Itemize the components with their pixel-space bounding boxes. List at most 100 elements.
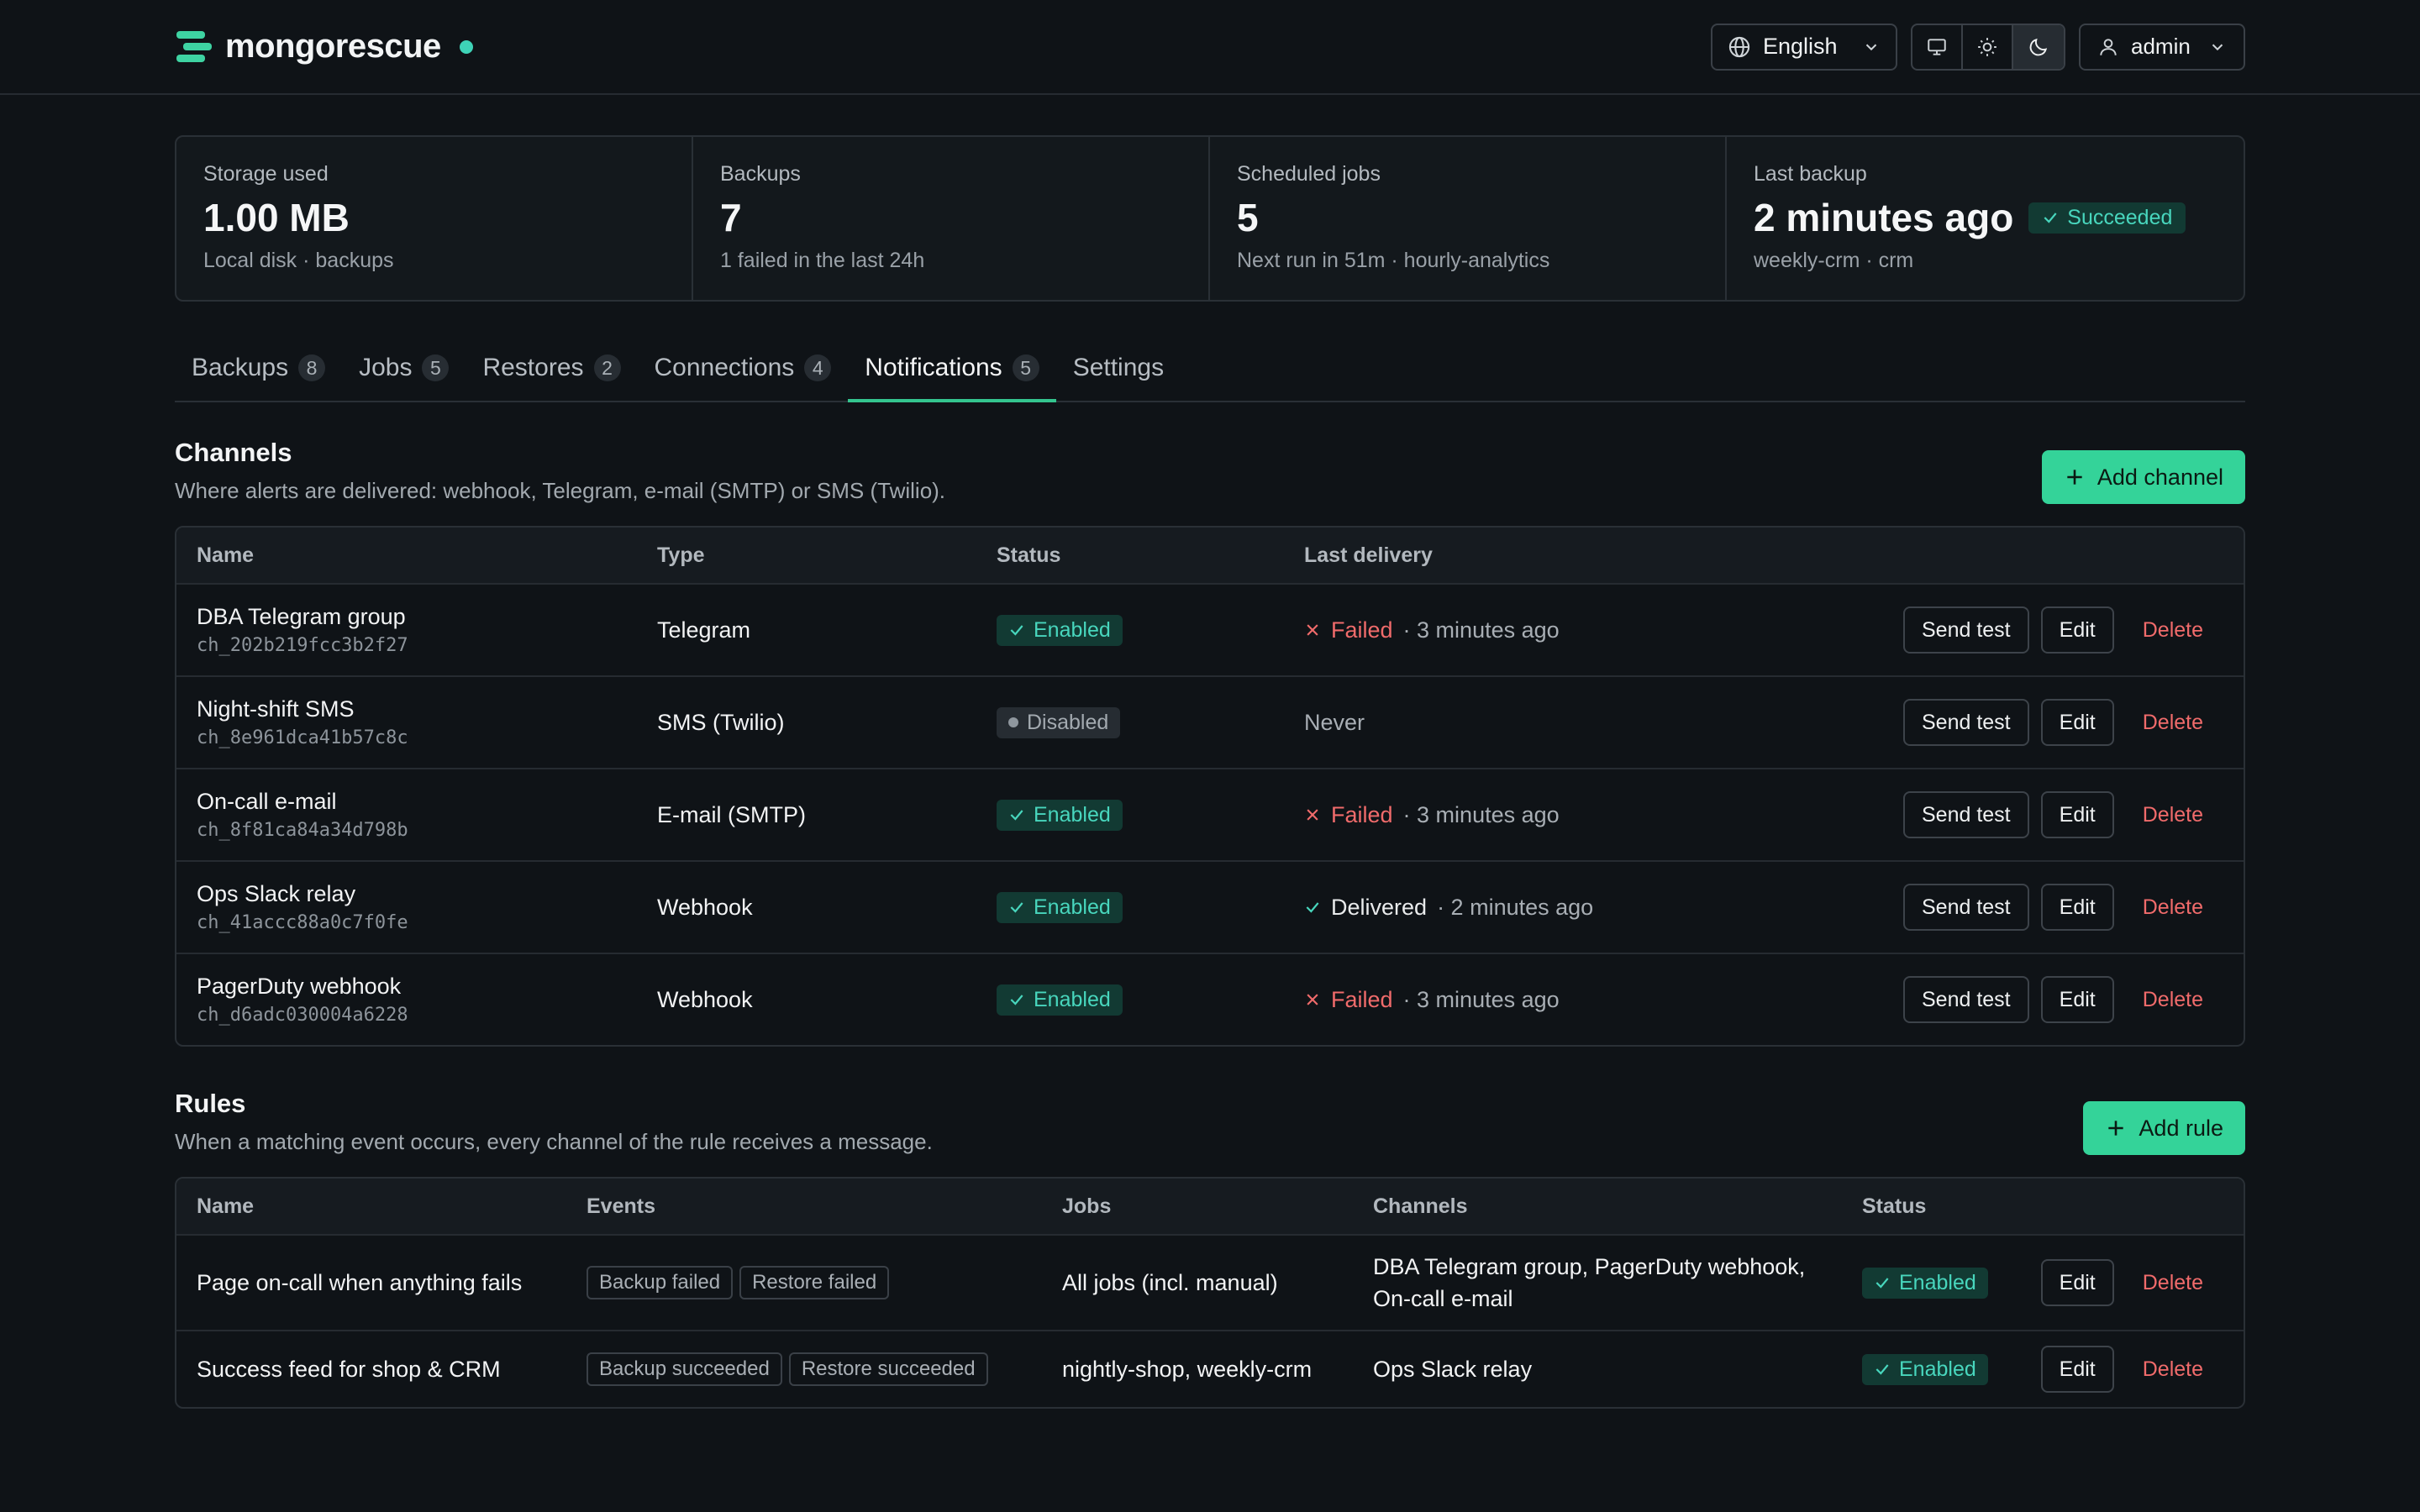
- edit-button[interactable]: Edit: [2040, 1259, 2114, 1306]
- rules-header: Rules When a matching event occurs, ever…: [175, 1089, 2245, 1155]
- theme-light-button[interactable]: [1963, 24, 2013, 69]
- channel-type: Webhook: [657, 895, 997, 921]
- channel-type-text: Webhook: [657, 894, 753, 920]
- send-test-button[interactable]: Send test: [1903, 884, 2029, 931]
- send-test-button[interactable]: Send test: [1903, 976, 2029, 1023]
- rules-section: Rules When a matching event occurs, ever…: [175, 1089, 2245, 1409]
- tab-label: Connections: [654, 354, 795, 381]
- channel-name: PagerDuty webhook: [197, 974, 402, 999]
- channel-type: Telegram: [657, 617, 997, 643]
- event-tag: Backup succeeded: [587, 1352, 782, 1386]
- channel-name: Ops Slack relay: [197, 881, 356, 906]
- send-test-button[interactable]: Send test: [1903, 791, 2029, 838]
- edit-button[interactable]: Edit: [2040, 976, 2114, 1023]
- edit-button[interactable]: Edit: [2040, 699, 2114, 746]
- channels-heading: Channels Where alerts are delivered: web…: [175, 438, 945, 504]
- send-test-button[interactable]: Send test: [1903, 606, 2029, 654]
- status-badge: Enabled: [1862, 1267, 1988, 1299]
- channel-id: ch_202b219fcc3b2f27: [197, 635, 408, 656]
- last-delivery: Delivered · 2 minutes ago: [1304, 895, 1724, 921]
- tab-backups[interactable]: Backups 8: [175, 335, 342, 401]
- delivery-time: · 3 minutes ago: [1402, 801, 1560, 827]
- check-icon: [1010, 810, 1023, 821]
- theme-dark-button[interactable]: [2013, 24, 2064, 69]
- tab-connections[interactable]: Connections 4: [638, 335, 849, 401]
- row-actions: Send test Edit Delete: [1903, 791, 2223, 838]
- status-label: Enabled: [1034, 802, 1111, 827]
- delete-button[interactable]: Delete: [2126, 803, 2223, 827]
- stat-scheduled-jobs: Scheduled jobs 5 Next run in 51m · hourl…: [1210, 137, 1727, 300]
- channel-id: ch_d6adc030004a6228: [197, 1005, 408, 1026]
- header-controls: English admin: [1711, 23, 2245, 71]
- stat-value-text: 5: [1237, 196, 1259, 239]
- channel-status: Disabled: [997, 706, 1304, 738]
- status-label: Enabled: [1034, 895, 1111, 919]
- table-row: PagerDuty webhook ch_d6adc030004a6228 We…: [176, 953, 2244, 1045]
- rule-jobs: All jobs (incl. manual): [1062, 1269, 1278, 1295]
- status-badge: Enabled: [997, 984, 1123, 1016]
- delete-button[interactable]: Delete: [2126, 1271, 2223, 1295]
- edit-button[interactable]: Edit: [2040, 791, 2114, 838]
- tab-label: Settings: [1072, 354, 1165, 381]
- rule-status: Enabled: [1862, 1267, 2030, 1299]
- brand[interactable]: mongorescue: [175, 28, 473, 66]
- tab-settings[interactable]: Settings: [1056, 335, 1181, 401]
- stat-value-text: 2 minutes ago: [1754, 196, 2014, 239]
- tab-count: 8: [298, 354, 326, 381]
- user-menu[interactable]: admin: [2079, 23, 2245, 71]
- delete-button[interactable]: Delete: [2126, 895, 2223, 920]
- stats-panel: Storage used 1.00 MB Local disk · backup…: [175, 135, 2245, 302]
- delivery-state: Never: [1304, 709, 1365, 735]
- tab-jobs[interactable]: Jobs 5: [342, 335, 466, 401]
- status-badge: Disabled: [997, 706, 1121, 738]
- add-rule-button[interactable]: Add rule: [2083, 1101, 2245, 1155]
- delivery-time: · 3 minutes ago: [1402, 617, 1560, 643]
- last-delivery: Failed · 3 minutes ago: [1304, 987, 1724, 1013]
- status-badge: Enabled: [997, 891, 1123, 923]
- rule-name: Success feed for shop & CRM: [197, 1356, 501, 1382]
- add-channel-button[interactable]: Add channel: [2041, 450, 2245, 504]
- tab-label: Jobs: [359, 354, 413, 381]
- check-icon: [1010, 995, 1023, 1005]
- edit-button[interactable]: Edit: [2040, 1346, 2114, 1393]
- event-tag: Restore succeeded: [788, 1352, 988, 1386]
- tab-restores[interactable]: Restores 2: [466, 335, 637, 401]
- table-row: Night-shift SMS ch_8e961dca41b57c8c SMS …: [176, 675, 2244, 768]
- tab-label: Restores: [482, 354, 584, 381]
- table-header-row: Name Type Status Last delivery: [176, 528, 2244, 583]
- check-icon: [1010, 902, 1023, 913]
- check-icon: [2044, 213, 2057, 223]
- channel-type-text: Telegram: [657, 617, 751, 643]
- tab-count: 5: [1012, 354, 1039, 381]
- channel-type: SMS (Twilio): [657, 710, 997, 736]
- delete-button[interactable]: Delete: [2126, 618, 2223, 643]
- channel-status: Enabled: [997, 799, 1304, 831]
- event-tag: Restore failed: [739, 1266, 890, 1299]
- delete-button[interactable]: Delete: [2126, 711, 2223, 735]
- tab-notifications[interactable]: Notifications 5: [848, 335, 1057, 402]
- tab-bar: Backups 8 Jobs 5 Restores 2 Connections 4 No…: [175, 335, 2245, 402]
- delete-button[interactable]: Delete: [2126, 1357, 2223, 1382]
- tab-label: Backups: [192, 354, 289, 381]
- globe-icon: [1728, 36, 1750, 57]
- tab-count: 5: [422, 354, 450, 381]
- column-header: Jobs: [1062, 1194, 1112, 1218]
- delivery-time: · 2 minutes ago: [1437, 894, 1594, 920]
- language-select[interactable]: English: [1711, 23, 1897, 71]
- channel-type-text: SMS (Twilio): [657, 709, 785, 735]
- edit-button[interactable]: Edit: [2040, 884, 2114, 931]
- rule-channels: Ops Slack relay: [1373, 1357, 1862, 1383]
- send-test-button[interactable]: Send test: [1903, 699, 2029, 746]
- edit-button[interactable]: Edit: [2040, 606, 2114, 654]
- delete-button[interactable]: Delete: [2126, 988, 2223, 1012]
- stat-sub: Next run in 51m · hourly-analytics: [1237, 249, 1550, 272]
- theme-system-button[interactable]: [1912, 24, 1963, 69]
- column-header: Channels: [1373, 1194, 1468, 1218]
- channels-section: Channels Where alerts are delivered: web…: [175, 438, 2245, 1047]
- channel-status: Enabled: [997, 984, 1304, 1016]
- row-actions: Send test Edit Delete: [1903, 884, 2223, 931]
- channel-type-text: E-mail (SMTP): [657, 801, 806, 827]
- button-label: Add channel: [2096, 464, 2223, 490]
- channel-name-cell: Night-shift SMS ch_8e961dca41b57c8c: [197, 696, 657, 748]
- main-content: Storage used 1.00 MB Local disk · backup…: [0, 95, 2420, 1409]
